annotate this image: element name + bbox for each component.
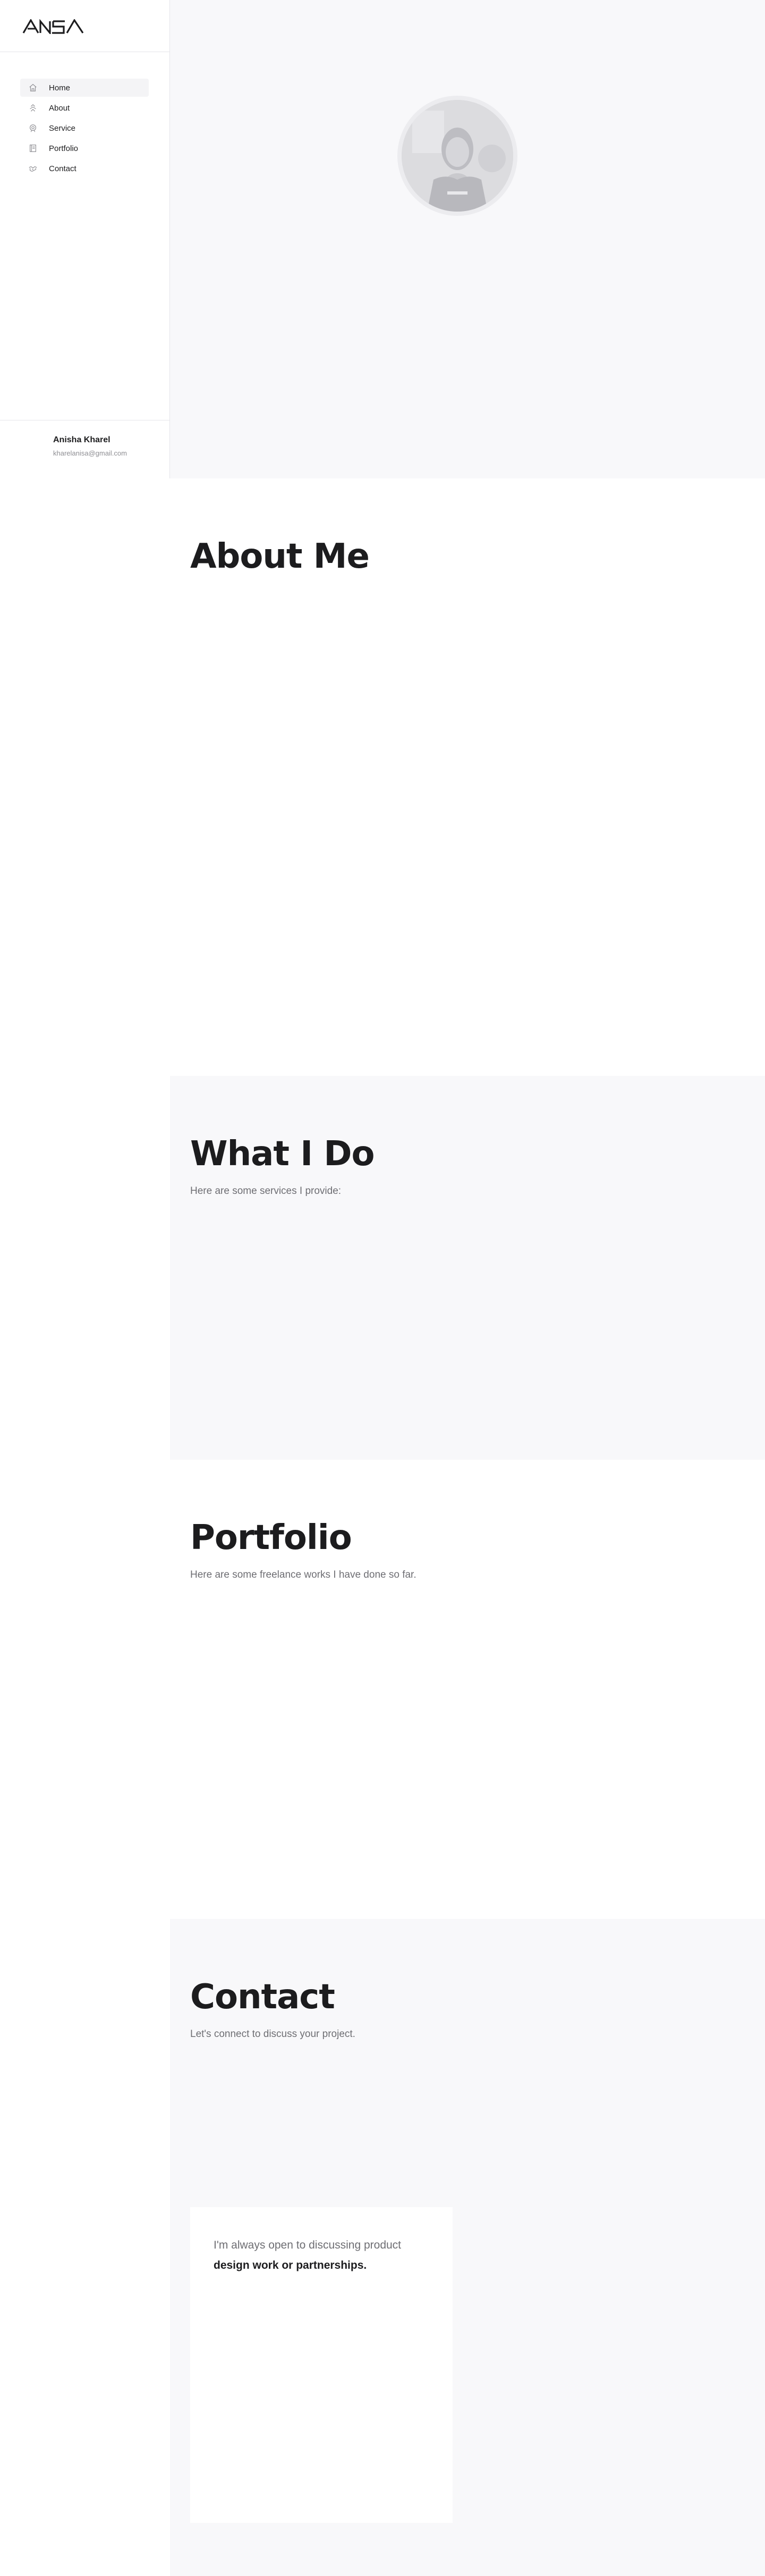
contact-card-line1: I'm always open to discussing product [214, 2239, 402, 2251]
user-icon [28, 103, 38, 113]
about-section: About Me [170, 478, 765, 1076]
book-icon [28, 143, 38, 154]
hero-section [170, 0, 765, 478]
profile-photo-icon [402, 100, 513, 212]
nav-label: Portfolio [49, 144, 79, 153]
logo[interactable] [22, 18, 85, 37]
nav-item-home[interactable]: Home [20, 79, 149, 97]
logo-icon [22, 18, 84, 36]
portfolio-subtitle: Here are some freelance works I have don… [190, 1569, 416, 1580]
profile-name: Anisha Kharel [53, 435, 110, 444]
nav-label: About [49, 103, 70, 113]
about-title: About Me [190, 537, 370, 576]
portfolio-section: Portfolio Here are some freelance works … [170, 1460, 765, 1919]
nav-item-about[interactable]: About [20, 99, 149, 117]
contact-subtitle: Let's connect to discuss your project. [190, 2028, 355, 2040]
contact-card-line2: design work or partnerships. [214, 2259, 367, 2271]
nav-item-portfolio[interactable]: Portfolio [20, 139, 149, 157]
service-title: What I Do [190, 1134, 375, 1174]
service-section: What I Do Here are some services I provi… [170, 1076, 765, 1460]
logo-bar [0, 0, 169, 52]
contact-section: Contact Let's connect to discuss your pr… [170, 1919, 765, 2576]
avatar [402, 100, 513, 212]
nav-label: Home [49, 83, 71, 92]
home-icon [28, 82, 38, 93]
nav-label: Contact [49, 164, 76, 173]
handshake-icon [28, 163, 38, 174]
contact-title: Contact [190, 1977, 335, 2017]
portfolio-title: Portfolio [190, 1518, 352, 1558]
nav-label: Service [49, 123, 76, 133]
service-subtitle: Here are some services I provide: [190, 1185, 342, 1197]
badge-icon [28, 123, 38, 133]
contact-card: I'm always open to discussing product de… [190, 2207, 453, 2523]
side-nav: Home About Service Portfolio Contact [20, 79, 149, 180]
profile-email-link[interactable]: kharelanisa@gmail.com [53, 449, 127, 457]
nav-item-contact[interactable]: Contact [20, 159, 149, 178]
profile-footer: Anisha Kharel kharelanisa@gmail.com [0, 420, 170, 478]
nav-item-service[interactable]: Service [20, 119, 149, 137]
sidebar: Home About Service Portfolio Contact Ani… [0, 0, 170, 478]
